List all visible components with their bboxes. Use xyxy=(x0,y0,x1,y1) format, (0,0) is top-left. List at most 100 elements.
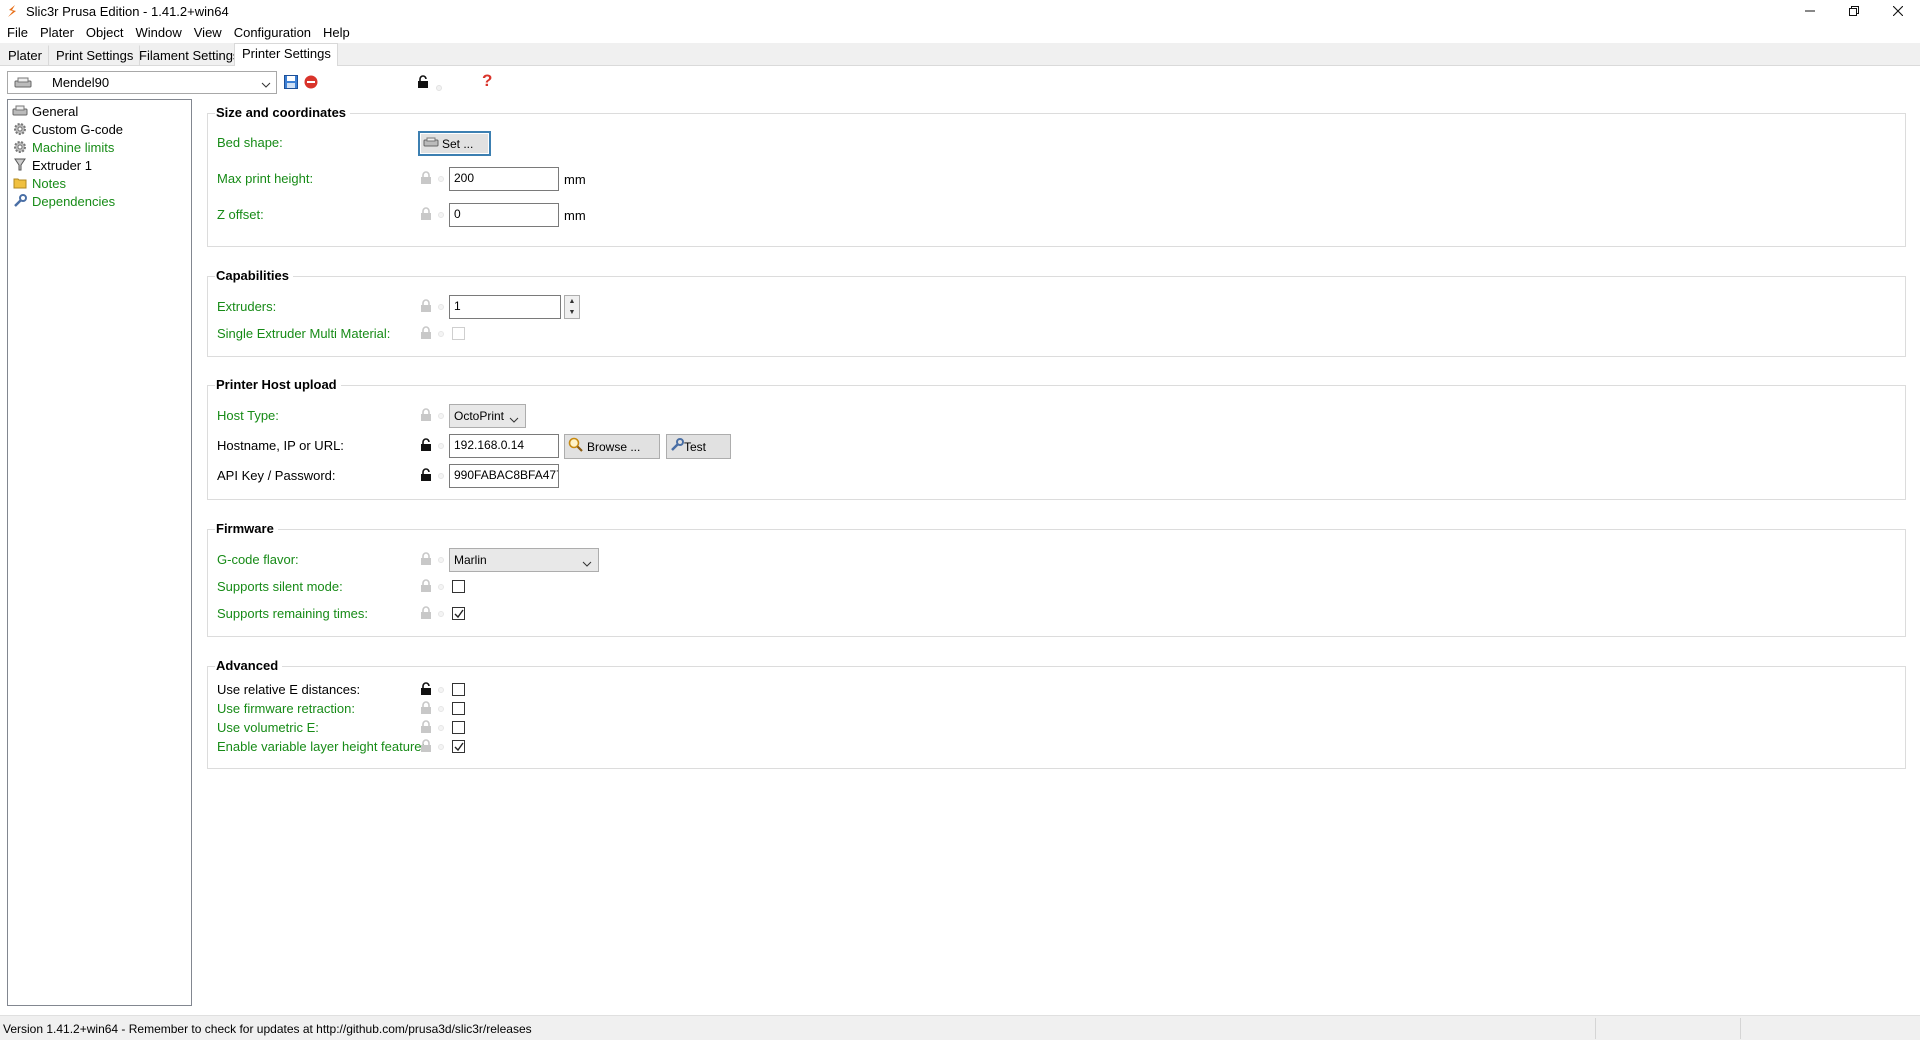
lock-icon[interactable] xyxy=(420,171,434,187)
system-value-dot-icon xyxy=(438,176,444,182)
title-bar: Slic3r Prusa Edition - 1.41.2+win64 xyxy=(0,0,1920,22)
variable-layer-height-row: Enable variable layer height feature: xyxy=(208,735,1905,759)
bed-shape-row: Bed shape: Set ... xyxy=(208,131,1905,156)
bed-shape-set-button[interactable]: Set ... xyxy=(418,131,491,156)
unlocked-lock-icon[interactable] xyxy=(420,438,434,454)
help-icon[interactable]: ? xyxy=(481,71,497,90)
lock-icon[interactable] xyxy=(420,299,434,315)
tab-printer-settings[interactable]: Printer Settings xyxy=(234,43,338,67)
tab-filament-settings[interactable]: Filament Settings xyxy=(131,45,246,66)
tree-item-label: Custom G-code xyxy=(32,121,124,137)
lock-icon[interactable] xyxy=(420,579,434,595)
relative-e-checkbox[interactable] xyxy=(452,683,465,696)
cog-icon xyxy=(12,121,28,137)
settings-tree: General Custom G-code Machine limits Ext… xyxy=(7,99,192,1006)
funnel-icon xyxy=(12,157,28,173)
lock-icon[interactable] xyxy=(420,207,434,223)
tree-item-label: Extruder 1 xyxy=(32,157,92,173)
group-title: Advanced xyxy=(215,658,283,673)
test-button[interactable]: Test xyxy=(666,434,731,459)
firmware-retraction-label: Use firmware retraction: xyxy=(217,701,355,716)
tab-bar: Plater Print Settings Filament Settings … xyxy=(0,43,1920,67)
remaining-times-checkbox[interactable] xyxy=(452,607,465,620)
tree-item-notes[interactable]: Notes xyxy=(8,174,191,192)
unlocked-lock-icon[interactable] xyxy=(420,468,434,484)
tree-item-custom-gcode[interactable]: Custom G-code xyxy=(8,120,191,138)
close-button[interactable] xyxy=(1876,0,1920,22)
extruders-spinner[interactable]: ▲ ▼ xyxy=(564,295,580,319)
tree-item-dependencies[interactable]: Dependencies xyxy=(8,192,191,210)
api-key-label: API Key / Password: xyxy=(217,468,336,483)
delete-icon[interactable] xyxy=(304,75,320,91)
volumetric-e-checkbox[interactable] xyxy=(452,721,465,734)
minimize-button[interactable] xyxy=(1788,0,1832,22)
test-label: Test xyxy=(684,439,707,454)
save-icon[interactable] xyxy=(284,75,300,91)
spin-up-icon[interactable]: ▲ xyxy=(565,296,579,307)
remaining-times-label: Supports remaining times: xyxy=(217,606,369,621)
menu-help[interactable]: Help xyxy=(316,25,355,40)
status-bar: Version 1.41.2+win64 - Remember to check… xyxy=(0,1015,1920,1040)
firmware-retraction-checkbox[interactable] xyxy=(452,702,465,715)
lock-icon[interactable] xyxy=(420,720,434,736)
spin-down-icon[interactable]: ▼ xyxy=(565,307,579,318)
system-value-dot-icon xyxy=(438,557,444,563)
max-print-height-unit: mm xyxy=(564,172,586,187)
browse-button[interactable]: Browse ... xyxy=(564,434,660,459)
gcode-flavor-value: Marlin xyxy=(454,553,487,567)
printer-icon xyxy=(12,103,28,119)
menu-file[interactable]: File xyxy=(0,25,33,40)
menu-window[interactable]: Window xyxy=(129,25,187,40)
gcode-flavor-select[interactable]: Marlin xyxy=(449,548,599,572)
preset-select[interactable]: Mendel90 xyxy=(7,71,277,94)
tree-item-general[interactable]: General xyxy=(8,102,191,120)
lock-icon[interactable] xyxy=(420,606,434,622)
tree-item-extruder-1[interactable]: Extruder 1 xyxy=(8,156,191,174)
api-key-input[interactable]: 990FABAC8BFA477( xyxy=(449,464,559,488)
window-title: Slic3r Prusa Edition - 1.41.2+win64 xyxy=(26,3,229,19)
lock-icon[interactable] xyxy=(420,739,434,755)
tree-item-label: General xyxy=(32,103,79,119)
max-print-height-input[interactable]: 200 xyxy=(449,167,559,191)
menu-configuration[interactable]: Configuration xyxy=(227,25,316,40)
lock-icon[interactable] xyxy=(420,552,434,568)
z-offset-input[interactable]: 0 xyxy=(449,203,559,227)
extruders-label: Extruders: xyxy=(217,299,277,314)
tab-print-settings[interactable]: Print Settings xyxy=(48,45,141,66)
group-title: Size and coordinates xyxy=(215,105,351,120)
unlocked-lock-icon[interactable] xyxy=(420,682,434,698)
restore-button[interactable] xyxy=(1832,0,1876,22)
remaining-times-row: Supports remaining times: xyxy=(208,602,1905,626)
volumetric-e-label: Use volumetric E: xyxy=(217,720,319,735)
tab-plater[interactable]: Plater xyxy=(0,45,49,66)
single-extruder-mm-label: Single Extruder Multi Material: xyxy=(217,326,391,341)
host-type-row: Host Type: OctoPrint xyxy=(208,404,1905,428)
host-type-value: OctoPrint xyxy=(454,409,505,423)
modified-value-dot-icon xyxy=(438,443,444,449)
menu-view[interactable]: View xyxy=(187,25,227,40)
group-title: Capabilities xyxy=(215,268,293,283)
lock-icon[interactable] xyxy=(417,75,433,91)
silent-mode-row: Supports silent mode: xyxy=(208,575,1905,599)
extruders-input[interactable]: 1 xyxy=(449,295,561,319)
lock-icon[interactable] xyxy=(420,326,434,342)
z-offset-row: Z offset: 0 mm xyxy=(208,203,1905,227)
single-extruder-mm-row: Single Extruder Multi Material: xyxy=(208,322,1905,346)
api-key-row: API Key / Password: 990FABAC8BFA477( xyxy=(208,464,1905,488)
host-type-select[interactable]: OctoPrint xyxy=(449,404,526,428)
lock-icon[interactable] xyxy=(420,408,434,424)
advanced-group: Advanced Use relative E distances: Use f… xyxy=(207,658,1906,769)
menu-plater[interactable]: Plater xyxy=(33,25,79,40)
silent-mode-label: Supports silent mode: xyxy=(217,579,343,594)
silent-mode-checkbox[interactable] xyxy=(452,580,465,593)
tree-item-machine-limits[interactable]: Machine limits xyxy=(8,138,191,156)
hostname-input[interactable]: 192.168.0.14 xyxy=(449,434,559,458)
menu-object[interactable]: Object xyxy=(79,25,129,40)
lock-icon[interactable] xyxy=(420,701,434,717)
single-extruder-mm-checkbox[interactable] xyxy=(452,327,465,340)
variable-layer-height-checkbox[interactable] xyxy=(452,740,465,753)
system-value-dot-icon xyxy=(438,611,444,617)
chevron-down-icon xyxy=(261,77,271,92)
system-value-dot-icon xyxy=(438,584,444,590)
gcode-flavor-row: G-code flavor: Marlin xyxy=(208,548,1905,572)
